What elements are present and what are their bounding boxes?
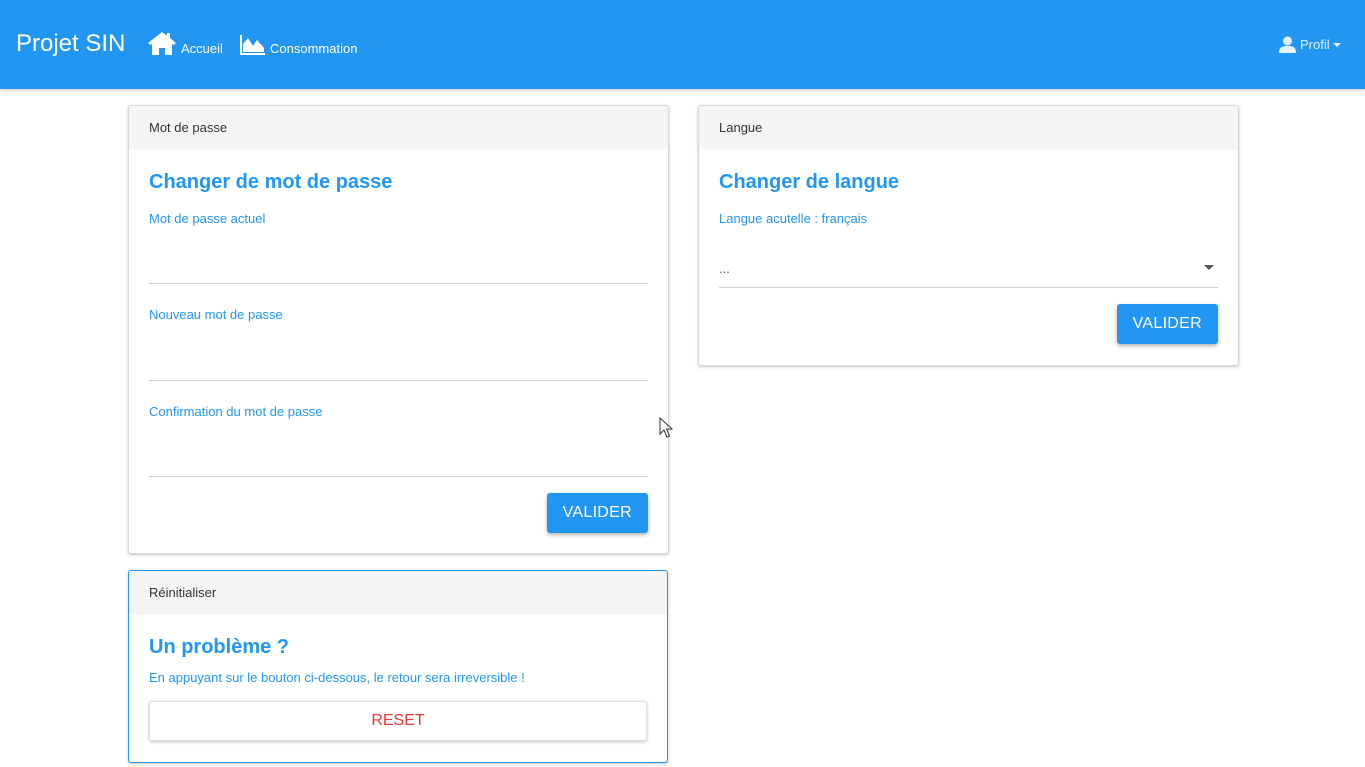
card-header: Mot de passe: [129, 106, 668, 149]
card-title: Un problème ?: [149, 636, 290, 658]
language-card: Langue Changer de langue Langue acutelle…: [698, 105, 1239, 366]
user-icon: [1279, 36, 1296, 53]
profile-dropdown[interactable]: Profil: [1278, 34, 1341, 54]
language-select-value: ...: [719, 261, 730, 276]
language-select[interactable]: ...: [699, 241, 1238, 287]
reset-warning-text: En appuyant sur le bouton ci-dessous, le…: [149, 670, 525, 685]
chevron-down-icon: [1204, 265, 1214, 270]
nav-link-accueil[interactable]: Accueil: [147, 28, 223, 56]
field-label-current-password: Mot de passe actuel: [149, 211, 266, 226]
password-card: Mot de passe Changer de mot de passe Mot…: [128, 105, 669, 554]
reset-card: Réinitialiser Un problème ? En appuyant …: [128, 570, 668, 763]
validate-password-button[interactable]: VALIDER: [546, 493, 648, 533]
reset-button[interactable]: RESET: [149, 701, 647, 741]
current-password-input[interactable]: [149, 239, 647, 279]
brand-title[interactable]: Projet SIN: [16, 30, 125, 58]
card-title: Changer de langue: [719, 171, 900, 193]
current-language-label: Langue acutelle : français: [719, 211, 868, 226]
confirm-password-input[interactable]: [149, 432, 647, 472]
card-header: Réinitialiser: [129, 571, 667, 614]
nav-link-label: Accueil: [181, 41, 223, 56]
select-underline: [719, 287, 1218, 288]
input-underline: [149, 476, 648, 477]
top-navbar: Projet SIN Accueil Consommation Profil: [0, 0, 1365, 89]
nav-link-consommation[interactable]: Consommation: [239, 28, 357, 56]
home-icon: [148, 32, 176, 55]
card-header: Langue: [699, 106, 1238, 149]
new-password-input[interactable]: [149, 335, 647, 375]
mouse-cursor-icon: [659, 417, 673, 438]
chevron-down-icon: [1332, 43, 1341, 47]
card-title: Changer de mot de passe: [149, 171, 393, 193]
nav-link-label: Consommation: [270, 41, 358, 56]
validate-language-button[interactable]: VALIDER: [1116, 304, 1218, 344]
area-chart-icon: [240, 35, 265, 55]
field-label-new-password: Nouveau mot de passe: [149, 307, 283, 322]
input-underline: [149, 283, 648, 284]
field-label-confirm-password: Confirmation du mot de passe: [149, 404, 323, 419]
input-underline: [149, 380, 648, 381]
profile-label: Profil: [1300, 36, 1330, 52]
